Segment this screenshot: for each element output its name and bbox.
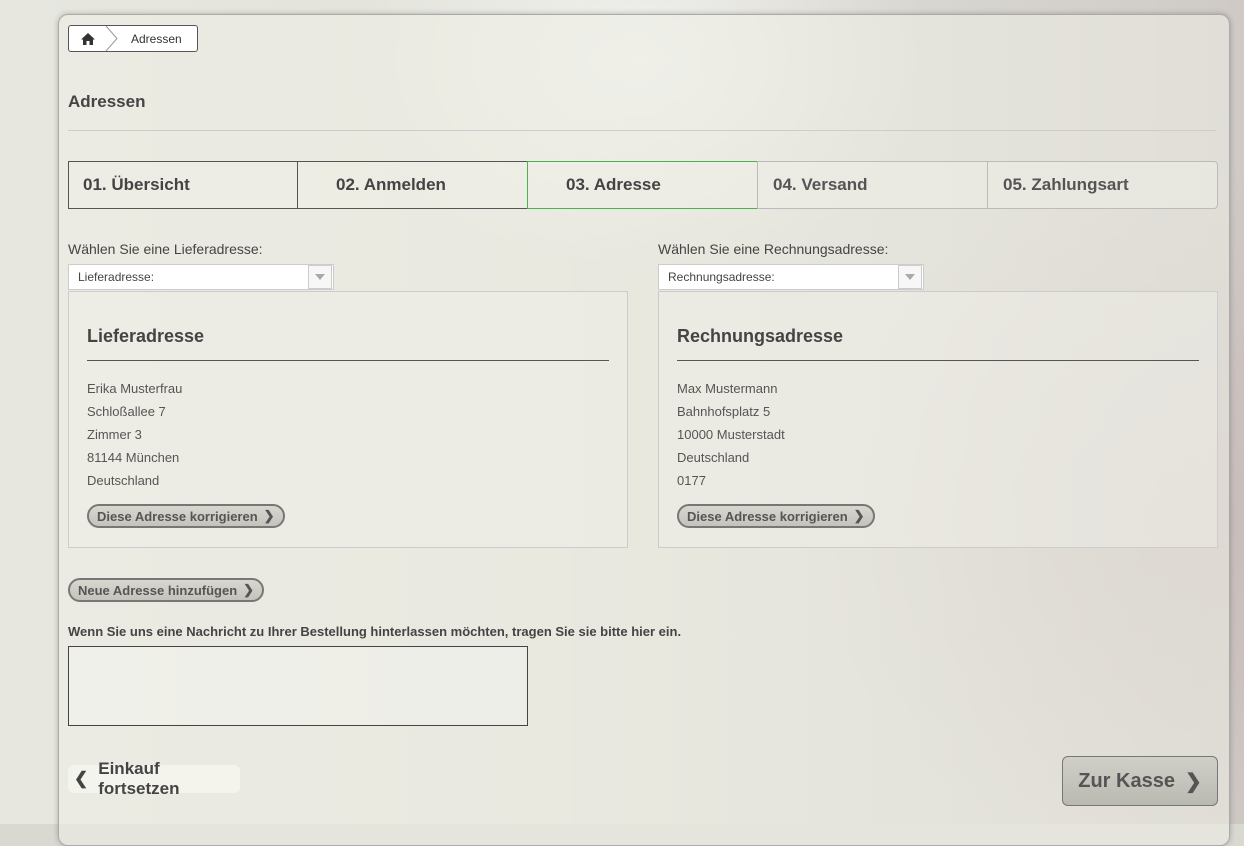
address-line: 10000 Musterstadt [677, 427, 785, 442]
step-label: 05. Zahlungsart [1003, 175, 1129, 194]
billing-address-card: Rechnungsadresse Max Mustermann Bahnhofs… [658, 291, 1218, 548]
address-line: Bahnhofsplatz 5 [677, 404, 771, 419]
chevron-right-icon: ❯ [263, 508, 275, 523]
step-login[interactable]: 02. Anmelden [297, 161, 528, 209]
step-payment: 05. Zahlungsart [987, 161, 1218, 209]
shipping-address-title: Lieferadresse [87, 326, 205, 346]
step-label: 01. Übersicht [83, 175, 190, 194]
address-line: Deutschland [677, 450, 750, 465]
step-shipping: 04. Versand [757, 161, 988, 209]
shipping-select-value: Lieferadresse: [78, 270, 155, 284]
step-label: 02. Anmelden [336, 175, 446, 194]
button-label: Neue Adresse hinzufügen [78, 582, 238, 598]
shipping-address-card: Lieferadresse Erika Musterfrau Schloßall… [68, 291, 628, 548]
billing-select-label: Wählen Sie eine Rechnungsadresse: [658, 241, 889, 257]
checkout-button[interactable]: Zur Kasse ❯ [1062, 756, 1218, 806]
card-divider [87, 360, 609, 361]
address-line: Schloßallee 7 [87, 404, 166, 419]
step-label: 03. Adresse [566, 175, 661, 194]
address-line: Erika Musterfrau [87, 381, 183, 396]
card-divider [677, 360, 1199, 361]
address-line: 0177 [677, 473, 706, 488]
breadcrumb-separator-icon [105, 26, 118, 51]
order-message-label: Wenn Sie uns eine Nachricht zu Ihrer Bes… [68, 624, 682, 639]
address-line: 81144 München [87, 450, 180, 465]
chevron-left-icon: ❮ [74, 769, 89, 788]
shipping-address-select[interactable]: Lieferadresse: [68, 264, 334, 290]
shipping-select-label: Wählen Sie eine Lieferadresse: [68, 241, 263, 257]
address-line: Zimmer 3 [87, 427, 142, 442]
billing-address-lines: Max Mustermann Bahnhofsplatz 5 10000 Mus… [677, 377, 785, 492]
button-label: Diese Adresse korrigieren [687, 508, 848, 524]
chevron-down-icon[interactable] [308, 265, 332, 289]
home-icon [81, 32, 95, 45]
billing-address-title: Rechnungsadresse [677, 326, 844, 346]
edit-billing-address-button[interactable]: Diese Adresse korrigieren ❯ [677, 504, 875, 528]
address-line: Max Mustermann [677, 381, 778, 396]
page-title: Adressen [68, 92, 146, 111]
button-label: Diese Adresse korrigieren [97, 508, 258, 524]
chevron-right-icon: ❯ [853, 508, 865, 523]
edit-shipping-address-button[interactable]: Diese Adresse korrigieren ❯ [87, 504, 285, 528]
step-label: 04. Versand [773, 175, 868, 194]
shipping-address-lines: Erika Musterfrau Schloßallee 7 Zimmer 3 … [87, 377, 182, 492]
chevron-down-icon[interactable] [898, 265, 922, 289]
order-message-field[interactable] [68, 646, 528, 726]
continue-shopping-button[interactable]: ❮ Einkauf fortsetzen [68, 759, 240, 798]
add-address-button[interactable]: Neue Adresse hinzufügen ❯ [68, 578, 265, 602]
breadcrumb: Adressen [68, 25, 198, 52]
billing-address-select[interactable]: Rechnungsadresse: [658, 264, 924, 290]
title-divider [68, 130, 1216, 131]
billing-select-value: Rechnungsadresse: [668, 270, 775, 284]
chevron-right-icon: ❯ [243, 582, 255, 597]
breadcrumb-home[interactable] [69, 26, 107, 51]
step-overview[interactable]: 01. Übersicht [68, 161, 298, 209]
address-line: Deutschland [87, 473, 160, 488]
chevron-right-icon: ❯ [1184, 770, 1202, 793]
breadcrumb-current[interactable]: Adressen [131, 32, 182, 46]
step-address[interactable]: 03. Adresse [527, 161, 758, 209]
button-label: Zur Kasse [1078, 769, 1175, 792]
button-label: Einkauf fortsetzen [98, 759, 180, 798]
checkout-steps: 01. Übersicht 02. Anmelden 03. Adresse 0… [68, 161, 1218, 211]
